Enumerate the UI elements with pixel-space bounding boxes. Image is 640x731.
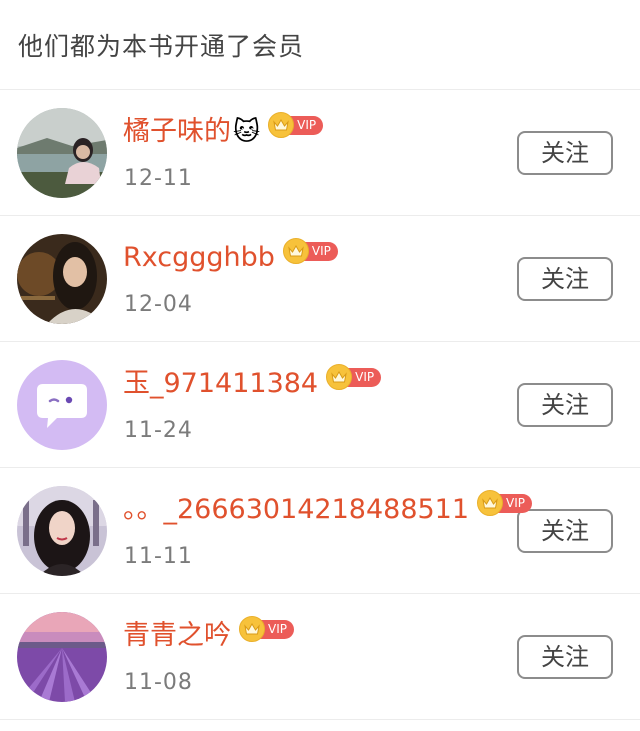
- vip-badge: VIP: [239, 616, 294, 642]
- join-date: 11-08: [124, 670, 193, 695]
- selfie-avatar: [17, 486, 107, 576]
- follow-button[interactable]: 关注: [517, 257, 613, 301]
- lavender-field-avatar: [17, 612, 107, 702]
- member-name[interactable]: Rxcggghbb: [123, 240, 275, 276]
- crown-icon: [268, 112, 295, 138]
- member-list: 橘子味的 🐱 VIP 12-11 关注 Rxcggghbb VIP 12-04 …: [0, 90, 640, 720]
- crown-icon: [477, 490, 504, 516]
- avatar[interactable]: [17, 612, 107, 702]
- avatar[interactable]: [17, 234, 107, 324]
- vip-badge: VIP: [326, 364, 382, 390]
- crown-icon: [282, 238, 309, 264]
- section-header: 他们都为本书开通了会员: [0, 0, 640, 90]
- list-item: 玉_971411384 VIP 11-24 关注: [0, 342, 640, 468]
- crown-icon: [239, 616, 265, 642]
- follow-button[interactable]: 关注: [517, 383, 613, 427]
- lake-landscape-avatar: [17, 108, 107, 198]
- avatar[interactable]: [17, 108, 107, 198]
- follow-button[interactable]: 关注: [517, 635, 613, 679]
- list-item: 青青之吟 VIP 11-08 关注: [0, 594, 640, 720]
- list-item: Rxcggghbb VIP 12-04 关注: [0, 216, 640, 342]
- join-date: 11-11: [124, 544, 193, 569]
- chat-bubble-avatar: [17, 360, 107, 450]
- follow-button[interactable]: 关注: [517, 509, 613, 553]
- list-item: 。。_26663014218488511 VIP 11-11 关注: [0, 468, 640, 594]
- vip-badge: VIP: [268, 112, 324, 138]
- vip-badge: VIP: [282, 238, 338, 264]
- join-date: 12-04: [124, 292, 193, 317]
- crown-icon: [326, 364, 353, 390]
- member-name[interactable]: 青青之吟: [123, 618, 231, 654]
- join-date: 12-11: [124, 166, 193, 191]
- member-name[interactable]: 橘子味的: [123, 114, 231, 150]
- vip-badge: VIP: [477, 490, 533, 516]
- cat-emoji: 🐱: [233, 117, 261, 147]
- portrait-avatar: [17, 234, 107, 324]
- member-name[interactable]: 。。_26663014218488511: [123, 492, 469, 528]
- follow-button[interactable]: 关注: [517, 131, 613, 175]
- join-date: 11-24: [124, 418, 193, 443]
- avatar[interactable]: [17, 360, 107, 450]
- section-title: 他们都为本书开通了会员: [18, 31, 305, 61]
- member-name[interactable]: 玉_971411384: [123, 366, 318, 402]
- avatar[interactable]: [17, 486, 107, 576]
- list-item: 橘子味的 🐱 VIP 12-11 关注: [0, 90, 640, 216]
